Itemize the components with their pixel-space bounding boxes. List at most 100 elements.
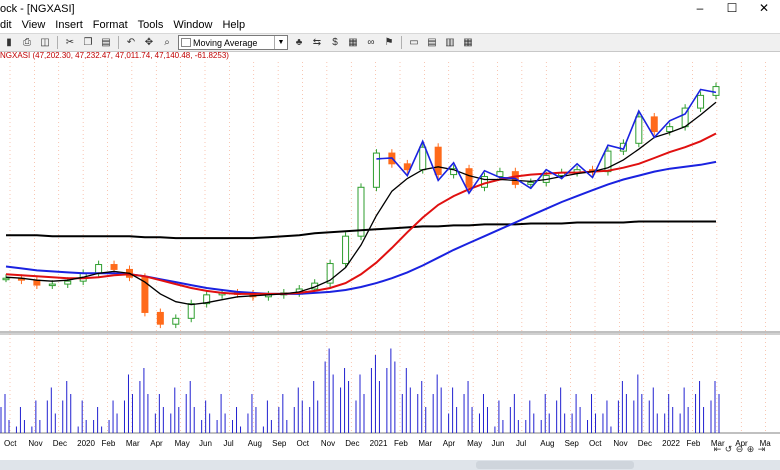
x-axis-tick-label: Oct xyxy=(297,439,310,448)
scroll-end-icon[interactable]: ⇥ xyxy=(756,444,767,455)
split-icon[interactable]: ⇆ xyxy=(310,36,324,49)
x-axis-tick-label: Mar xyxy=(126,439,140,448)
close-icon[interactable]: ✕ xyxy=(748,0,780,17)
candle-body xyxy=(527,181,535,185)
grid-chart-icon[interactable]: ▦ xyxy=(346,36,360,49)
menu-insert[interactable]: Insert xyxy=(51,17,89,33)
candle-body xyxy=(465,168,473,188)
candle-body xyxy=(172,317,180,325)
x-axis-tick-label: Oct xyxy=(589,439,602,448)
x-axis-tick-label: Dec xyxy=(53,439,67,448)
x-axis-tick-label: 2020 xyxy=(77,439,95,448)
scroll-left-icon[interactable]: ↺ xyxy=(723,444,734,455)
candle-body xyxy=(419,146,427,171)
x-axis-tick-label: Feb xyxy=(394,439,408,448)
undo-icon[interactable]: ↶ xyxy=(124,36,138,49)
x-axis-tick-label: 2022 xyxy=(662,439,680,448)
candle-body xyxy=(697,94,705,109)
zoom-icon[interactable]: ⌕ xyxy=(160,36,174,49)
menu-format[interactable]: Format xyxy=(89,17,134,33)
candle-body xyxy=(156,311,164,325)
candle-body xyxy=(2,277,10,281)
tile-vertical-icon[interactable]: ▥ xyxy=(443,36,457,49)
candle-body xyxy=(64,280,72,285)
x-axis-tick-label: Apr xyxy=(443,439,456,448)
candle-body xyxy=(712,86,720,96)
x-axis-tick-label: Apr xyxy=(150,439,163,448)
x-axis-tick-label: Sep xyxy=(272,439,287,448)
x-axis-tick-label: Nov xyxy=(613,439,627,448)
dollar-icon[interactable]: $ xyxy=(328,36,342,49)
menu-view[interactable]: View xyxy=(18,17,52,33)
chart-area[interactable]: Oct Nov Dec 2020 Feb Mar Apr May Jun Jul Aug Sep Oct… xyxy=(0,50,780,463)
chevron-down-icon[interactable]: ▼ xyxy=(274,36,287,49)
x-axis-tick-label: Jul xyxy=(223,439,233,448)
title-bar: ock - [NGXASI] – ☐ ✕ xyxy=(0,0,780,17)
x-axis-tick-label: Jul xyxy=(516,439,526,448)
print-icon[interactable]: ⎙ xyxy=(20,36,34,49)
menu-help[interactable]: Help xyxy=(218,17,251,33)
window-icon[interactable]: ▭ xyxy=(407,36,421,49)
tile-horizontal-icon[interactable]: ▤ xyxy=(425,36,439,49)
copy-icon[interactable]: ❐ xyxy=(81,36,95,49)
minimize-icon[interactable]: – xyxy=(684,0,716,17)
quote-values: (47,202.30, 47,232.47, 47,011.74, 47,140… xyxy=(32,51,229,60)
price-chart[interactable]: Oct Nov Dec 2020 Feb Mar Apr May Jun Jul Aug Sep Oct… xyxy=(0,50,780,463)
candle-body xyxy=(403,163,411,171)
x-axis-tick-label: Sep xyxy=(565,439,580,448)
toolbar-divider xyxy=(401,36,402,49)
chart-navigation: ⇤ ↺ ⊖ ⊕ ⇥ xyxy=(712,444,767,455)
zoom-in-icon[interactable]: ⊕ xyxy=(745,444,756,455)
x-axis-tick-label: Jun xyxy=(492,439,505,448)
menu-window[interactable]: Window xyxy=(169,17,218,33)
x-axis-tick-label: 2021 xyxy=(370,439,388,448)
cut-icon[interactable]: ✂ xyxy=(63,36,77,49)
candle-body xyxy=(666,126,674,133)
crosshair-icon[interactable]: ✥ xyxy=(142,36,156,49)
toolbar-divider xyxy=(118,36,119,49)
x-axis-tick-label: Aug xyxy=(248,439,262,448)
indicator-select[interactable]: Moving Average ▼ xyxy=(178,35,288,50)
menu-edit[interactable]: dit xyxy=(0,17,18,33)
window-title: ock - [NGXASI] xyxy=(0,2,75,15)
x-axis-tick-label: May xyxy=(175,439,190,448)
candle-body xyxy=(187,303,195,319)
save-icon[interactable]: ▮ xyxy=(2,36,16,49)
candle-body xyxy=(342,235,350,265)
x-axis-tick-label: Dec xyxy=(345,439,359,448)
quote-readout: NGXASI (47,202.30, 47,232.47, 47,011.74,… xyxy=(0,51,229,60)
scroll-start-icon[interactable]: ⇤ xyxy=(712,444,723,455)
quote-symbol: NGXASI xyxy=(0,51,31,60)
flag-icon[interactable]: ⚑ xyxy=(382,36,396,49)
x-axis-tick-label: Nov xyxy=(321,439,335,448)
menu-tools[interactable]: Tools xyxy=(134,17,170,33)
maximize-icon[interactable]: ☐ xyxy=(716,0,748,17)
horizontal-scrollbar[interactable] xyxy=(0,460,780,470)
x-axis-tick-label: Feb xyxy=(687,439,701,448)
x-axis-tick-label: Mar xyxy=(418,439,432,448)
candle-body xyxy=(434,146,442,176)
candle-body xyxy=(95,264,103,274)
candle-body xyxy=(110,264,118,270)
paste-icon[interactable]: ▤ xyxy=(99,36,113,49)
x-axis-tick-label: May xyxy=(467,439,482,448)
candle-body xyxy=(357,186,365,237)
x-axis-tick-label: Nov xyxy=(28,439,42,448)
grid-icon[interactable]: ▦ xyxy=(461,36,475,49)
candle-body xyxy=(650,116,658,133)
x-axis-tick-label: Feb xyxy=(102,439,116,448)
indicator-icon xyxy=(181,38,191,47)
x-axis-tick-label: Aug xyxy=(540,439,554,448)
window-controls: – ☐ ✕ xyxy=(684,0,780,17)
print-preview-icon[interactable]: ◫ xyxy=(38,36,52,49)
candle-body xyxy=(635,116,643,144)
zoom-out-icon[interactable]: ⊖ xyxy=(734,444,745,455)
x-axis-tick-label: Jun xyxy=(199,439,212,448)
x-axis-tick-label: Dec xyxy=(638,439,652,448)
indicator-select-value: Moving Average xyxy=(193,37,258,48)
scrollbar-thumb[interactable] xyxy=(476,461,634,469)
menu-bar: dit View Insert Format Tools Window Help xyxy=(0,17,780,33)
binoculars-icon[interactable]: ∞ xyxy=(364,36,378,49)
candle-body xyxy=(48,283,56,287)
tree-icon[interactable]: ♣ xyxy=(292,36,306,49)
